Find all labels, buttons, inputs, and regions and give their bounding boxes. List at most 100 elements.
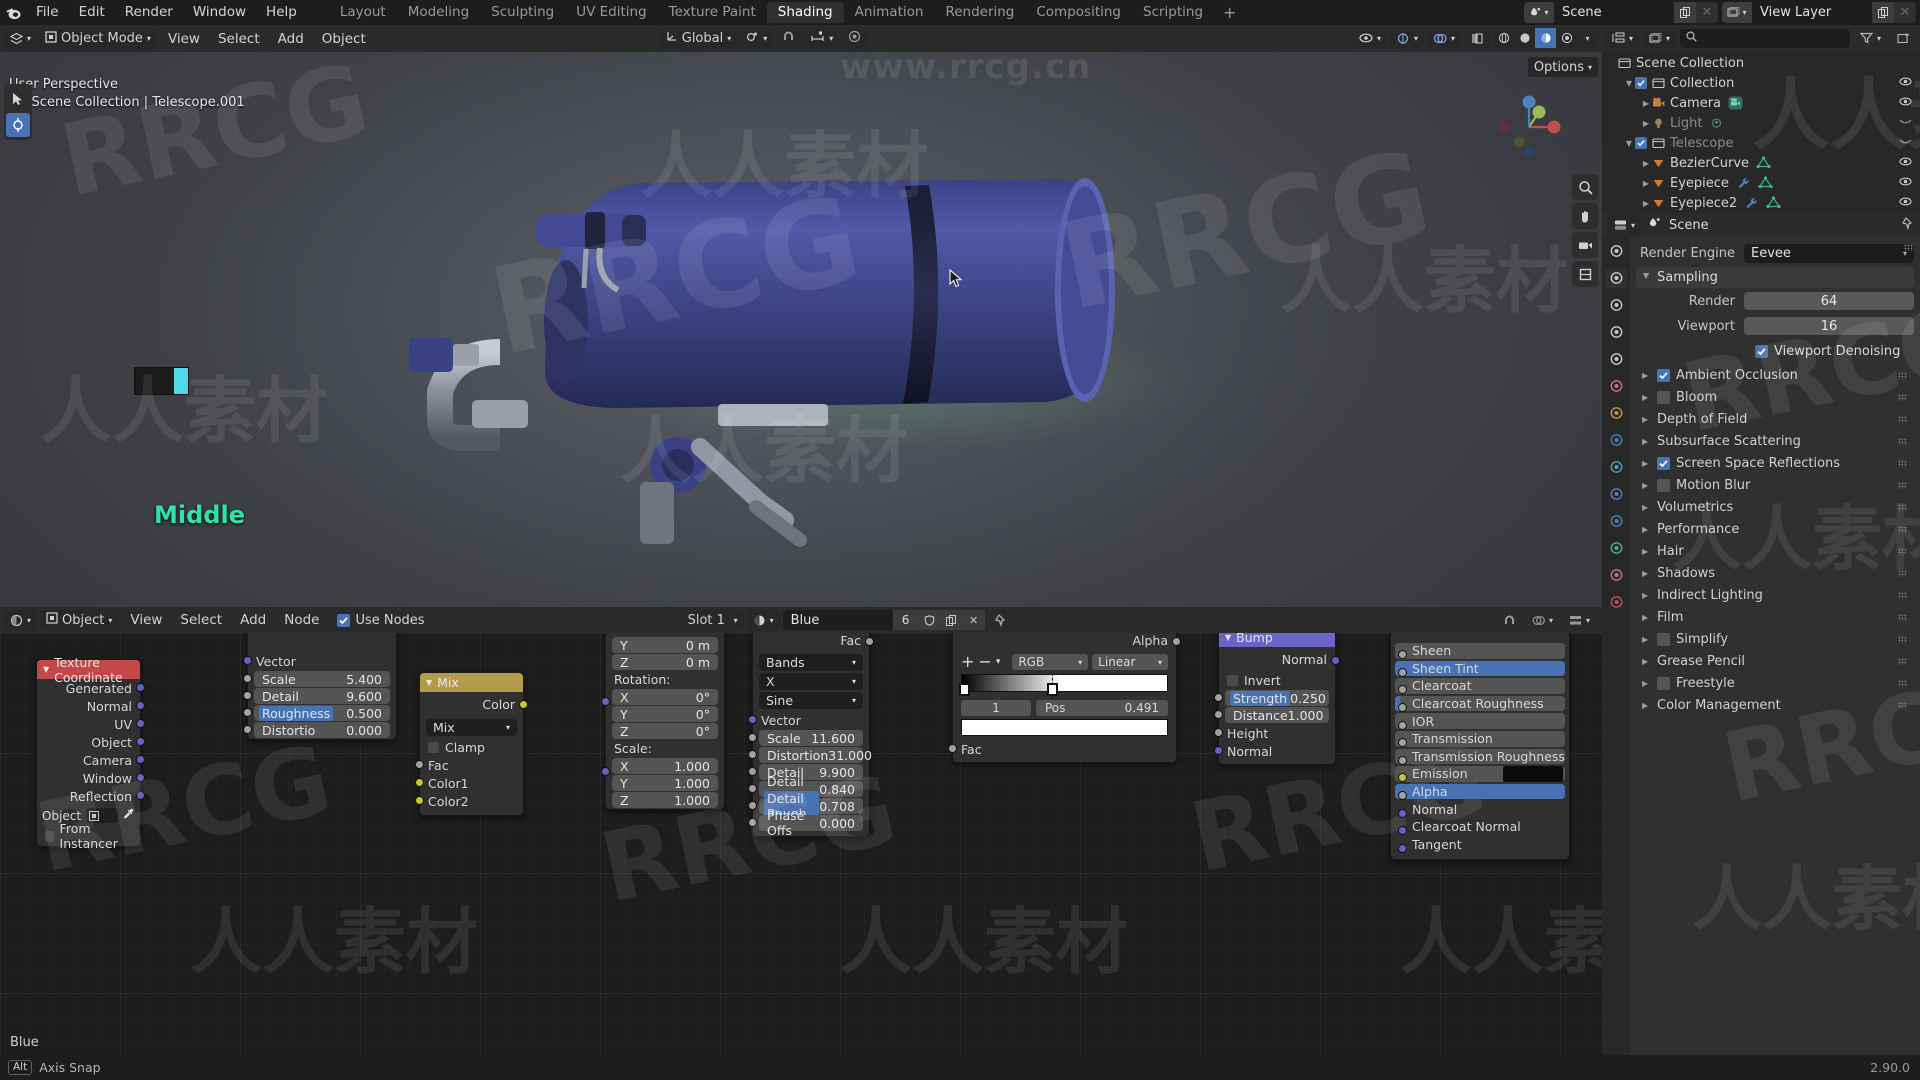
outliner-display-mode-icon[interactable]: ▾ [1606,28,1640,48]
shading-material-icon[interactable] [1535,28,1556,48]
outliner-row-collection[interactable]: ▼ Collection [1602,73,1920,93]
mesh-data-icon[interactable] [1756,156,1771,170]
new-scene-button[interactable] [1674,2,1696,23]
properties-tab-scene[interactable] [1605,349,1627,369]
socket-tangent[interactable] [1398,843,1407,853]
render-panel-bloom[interactable]: ▶ Bloom [1636,387,1914,408]
gizmo-icon[interactable]: ▾ [1389,28,1424,48]
panel-checkbox[interactable] [1657,369,1670,382]
panel-checkbox[interactable] [1657,457,1670,470]
mapping-field-z[interactable]: Z 0° [612,723,718,739]
chevron-down-icon[interactable]: ▾ [996,657,1001,667]
outliner-row-telescope[interactable]: ▼ Telescope [1602,133,1920,153]
render-panel-indirect-lighting[interactable]: ▶ Indirect Lighting [1636,585,1914,606]
properties-tab-data[interactable] [1605,538,1627,558]
tweak-tool-icon[interactable] [6,87,30,111]
disclosure-triangle[interactable]: ▼ [1623,79,1635,88]
socket-detail[interactable] [243,691,252,700]
node-mix[interactable]: ▼ Mix Color Mix ▾ Clamp Fac Color1 Color2 [415,672,528,816]
socket-clearcoat-normal[interactable] [1398,826,1407,836]
properties-tab-world[interactable] [1605,376,1627,396]
emission-color-swatch[interactable] [1503,766,1563,782]
viewport-menu-view[interactable]: View [159,29,209,49]
viewport-options-button[interactable]: Options ▾ [1527,57,1598,77]
top-menu-help[interactable]: Help [256,0,307,25]
pivot-point-button[interactable]: ▾ [740,28,774,49]
socket-sheen-tint[interactable] [1398,667,1407,677]
xray-icon[interactable] [1464,28,1490,48]
workspace-tab-compositing[interactable]: Compositing [1025,2,1132,23]
socket-height[interactable] [1214,728,1223,737]
properties-tab-texture[interactable] [1605,592,1627,612]
socket-mapping-vector-2[interactable] [601,767,610,776]
camera-view-icon[interactable] [1572,232,1598,258]
socket-alpha-out[interactable] [1172,637,1181,646]
viewport-denoising-checkbox[interactable] [1755,344,1768,358]
shading-wireframe-icon[interactable] [1493,28,1514,48]
3d-viewport[interactable]: Middle User Perspective (0) Scene Collec… [0,25,1602,607]
shader-type-selector[interactable]: Object ▾ [40,610,119,630]
plus-icon[interactable]: + [961,654,974,670]
workspace-tab-scripting[interactable]: Scripting [1132,2,1214,23]
outliner-checkbox[interactable] [1635,137,1647,149]
render-panel-film[interactable]: ▶ Film [1636,607,1914,628]
mix-blend-mode-select[interactable]: Mix ▾ [426,719,517,736]
snap-button[interactable] [776,28,802,49]
panel-checkbox[interactable] [1657,633,1670,646]
transform-orientation-selector[interactable]: Global ▾ [658,28,738,49]
overlays-icon[interactable]: ▾ [1426,28,1461,48]
blender-logo-icon[interactable] [0,0,26,25]
bsdf-input-clearcoat-roughness[interactable]: Clearcoat Roughness [1391,695,1569,713]
outliner-row-scene-collection[interactable]: Scene Collection [1602,53,1920,73]
shader-menu-add[interactable]: Add [231,610,275,630]
bsdf-input-transmission-roughness[interactable]: Transmission Roughness [1391,748,1569,766]
remove-view-layer-button[interactable]: ✕ [1894,2,1916,23]
hand-icon[interactable] [1572,203,1598,229]
viewport-menu-object[interactable]: Object [313,29,375,49]
editor-type-button[interactable]: ▾ [4,28,38,49]
bsdf-input-ior[interactable]: IOR [1391,712,1569,730]
disclosure-triangle[interactable]: ▼ [1623,139,1635,148]
field-phase-offs[interactable]: Phase Offs 0.000 [748,808,863,838]
bsdf-input-emission[interactable]: Emission [1391,765,1569,783]
scene-selector[interactable]: ▾ Scene ✕ [1524,2,1718,23]
socket-alpha[interactable] [1398,791,1407,801]
new-view-layer-button[interactable] [1872,2,1894,23]
node-principled-bsdf[interactable]: Sheen Sheen Tint Clearcoat Clearcoat Roughn… [1390,627,1570,861]
visibility-toggle-icon[interactable] [1899,136,1912,151]
outliner-checkbox[interactable] [1635,77,1647,89]
ramp-interpolation-select[interactable]: Linear ▾ [1092,654,1168,670]
outliner-row-beziercurve[interactable]: ▶ BezierCurve [1602,153,1920,173]
editor-type-icon[interactable]: ▾ [1608,215,1642,235]
wave-dropdown-0[interactable]: Bands ▾ [759,654,863,671]
socket-normal[interactable] [136,701,145,710]
shader-menu-view[interactable]: View [121,610,171,630]
socket-color2[interactable] [415,796,424,805]
field-distortio[interactable]: Distortio 0.000 [243,722,390,738]
socket-reflection[interactable] [136,791,145,800]
socket-distance[interactable] [1214,710,1223,719]
material-users-count[interactable]: 6 [892,610,919,630]
chevron-right-icon[interactable]: ▶ [1642,701,1651,710]
scene-name[interactable]: Scene [1554,2,1674,23]
shield-icon[interactable] [918,610,941,630]
proportional-editing-button[interactable] [842,28,868,49]
socket-normal[interactable] [1214,746,1223,755]
material-name[interactable]: Blue [783,613,893,628]
panel-checkbox[interactable] [1657,391,1670,404]
mesh-data-icon[interactable] [1766,196,1781,210]
new-collection-icon[interactable] [1891,28,1916,48]
snap-icon[interactable] [1497,610,1522,630]
chevron-right-icon[interactable]: ▶ [1642,679,1651,688]
wave-dropdown-2[interactable]: Sine ▾ [759,692,863,709]
socket-roughness[interactable] [243,708,252,717]
remove-scene-button[interactable]: ✕ [1696,2,1718,23]
properties-tab-tool[interactable] [1605,241,1627,261]
shading-solid-icon[interactable] [1514,28,1535,48]
mapping-field-y[interactable]: Y 0° [612,706,718,722]
viewport-menu-add[interactable]: Add [269,29,313,49]
bsdf-input-normal[interactable]: Normal [1391,800,1569,818]
node-header[interactable]: ▼ Texture Coordinate [37,655,140,685]
bump-invert-checkbox[interactable] [1227,674,1238,686]
pin-icon[interactable] [988,610,1013,630]
